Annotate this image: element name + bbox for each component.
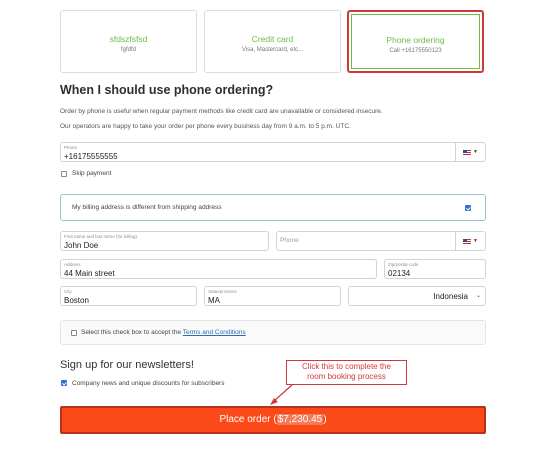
billing-city-value: Boston (64, 296, 89, 305)
billing-different-option[interactable]: My billing address is different from shi… (60, 194, 486, 221)
billing-phone-field[interactable]: Phone ▼ (276, 231, 486, 251)
terms-link[interactable]: Terms and Conditions (183, 329, 246, 336)
us-flag-icon (463, 238, 472, 244)
callout-line-1: Click this to complete the (302, 362, 391, 371)
caret-down-icon: ▼ (473, 238, 478, 244)
annotation-callout: Click this to complete the room booking … (286, 360, 407, 385)
newsletter-checkbox[interactable] (61, 380, 67, 386)
phone-ordering-paragraph-1: Order by phone is useful when regular pa… (60, 108, 383, 115)
terms-prefix: Select this check box to accept the (81, 329, 183, 336)
caret-down-icon: ▼ (473, 149, 478, 155)
billing-zip-value: 02134 (388, 269, 411, 278)
terms-label: Select this check box to accept the Term… (81, 329, 246, 336)
billing-different-label: My billing address is different from shi… (72, 204, 222, 211)
payment-method-card-credit-card[interactable]: Credit card Visa, Mastercard, etc... (204, 10, 341, 73)
newsletter-heading: Sign up for our newsletters! (60, 359, 194, 371)
billing-state-value: MA (208, 296, 220, 305)
phone-field[interactable]: Phone +16175555555 ▼ (60, 142, 486, 162)
payment-method-title: sfdszfsfsd (109, 34, 148, 44)
billing-country-code-selector[interactable]: ▼ (455, 232, 485, 250)
billing-name-value: John Doe (64, 241, 99, 250)
phone-ordering-paragraph-2: Our operators are happy to take your ord… (60, 123, 351, 130)
skip-payment-label: Skip payment (72, 170, 112, 177)
phone-ordering-heading: When I should use phone ordering? (60, 83, 274, 97)
billing-zip-field[interactable]: Zip/postal code 02134 (384, 259, 486, 279)
billing-name-field[interactable]: First name and last name (for billing) J… (60, 231, 269, 251)
terms-box: Select this check box to accept the Term… (60, 320, 486, 345)
callout-line-2: room booking process (307, 372, 386, 381)
billing-city-label: City (64, 289, 72, 294)
payment-method-card-phone-ordering[interactable]: Phone ordering Call +16175550123 (347, 10, 484, 73)
billing-different-checkbox[interactable] (465, 205, 471, 211)
payment-method-title: Credit card (251, 34, 294, 44)
terms-checkbox[interactable] (71, 330, 77, 336)
phone-field-label: Phone (64, 145, 78, 150)
billing-country-value: Indonesia (433, 292, 468, 301)
us-flag-icon (463, 149, 472, 155)
billing-address-field[interactable]: Address 44 Main street (60, 259, 377, 279)
country-code-selector[interactable]: ▼ (455, 143, 485, 161)
payment-method-subtitle: Visa, Mastercard, etc... (241, 47, 304, 53)
billing-state-field[interactable]: State/province MA (204, 286, 341, 306)
payment-method-card-custom[interactable]: sfdszfsfsd fgfdfd (60, 10, 197, 73)
selected-card-outline (351, 14, 480, 69)
chevron-down-icon: ⌄ (475, 293, 481, 299)
newsletter-option-label: Company news and unique discounts for su… (72, 380, 225, 387)
billing-name-label: First name and last name (for billing) (64, 234, 138, 239)
billing-state-label: State/province (208, 289, 237, 294)
place-order-button[interactable]: Place order ($7,230.45) (60, 406, 486, 434)
phone-field-value: +16175555555 (64, 152, 118, 161)
place-order-suffix: ) (323, 414, 327, 425)
billing-address-value: 44 Main street (64, 269, 115, 278)
billing-country-select[interactable]: Indonesia ⌄ (348, 286, 486, 306)
order-total: $7,230.45 (276, 414, 324, 425)
billing-city-field[interactable]: City Boston (60, 286, 197, 306)
billing-address-label: Address (64, 262, 81, 267)
place-order-label: Place order ( (219, 414, 277, 425)
billing-phone-placeholder: Phone (280, 237, 299, 244)
payment-method-subtitle: fgfdfd (120, 47, 136, 53)
billing-zip-label: Zip/postal code (388, 262, 419, 267)
skip-payment-checkbox[interactable] (61, 171, 67, 177)
